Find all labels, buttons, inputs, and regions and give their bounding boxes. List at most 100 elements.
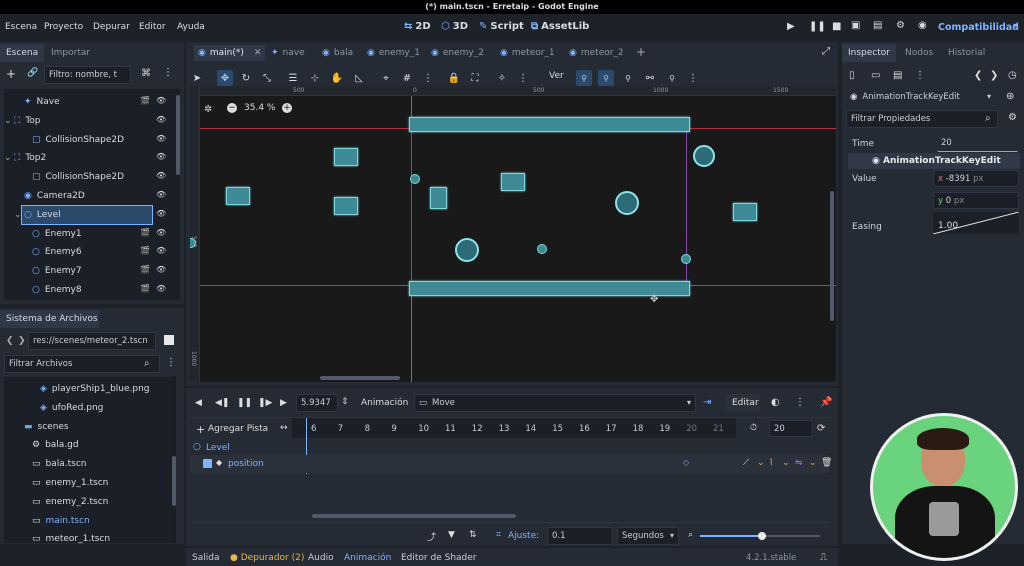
zoom-in-icon[interactable]: + bbox=[282, 103, 292, 113]
autoplay-icon[interactable]: ⇥ bbox=[703, 397, 711, 408]
enemy-sprite[interactable] bbox=[430, 187, 447, 209]
visibility-icon[interactable]: 👁 bbox=[156, 96, 166, 105]
loop-dropdown-icon[interactable]: ⌄ bbox=[809, 458, 817, 468]
interpolation-icon[interactable]: ⟋ bbox=[743, 458, 749, 468]
bottom-wall-sprite[interactable] bbox=[409, 281, 690, 296]
inspector-filter-input[interactable]: Filtrar Propiedades bbox=[846, 110, 998, 128]
add-track-button[interactable]: Agregar Pista bbox=[208, 424, 268, 434]
menu-dots-icon[interactable]: ⋮ bbox=[163, 67, 173, 78]
scene-node-row[interactable]: ○ Enemy6 bbox=[4, 243, 176, 261]
remote-debug-icon[interactable]: ▣ bbox=[851, 20, 860, 31]
move-mode-icon[interactable]: ✥ bbox=[217, 70, 233, 86]
ruler-mode-icon[interactable]: ◺ bbox=[351, 70, 367, 86]
scene-node-row[interactable]: ⌄ ○ Level bbox=[14, 204, 153, 225]
workspace-assetlib-button[interactable]: ⧉ AssetLib bbox=[531, 21, 589, 32]
visibility-icon[interactable]: 👁 bbox=[156, 152, 166, 161]
object-selector[interactable]: ◉ AnimationTrackKeyEdit bbox=[846, 88, 998, 106]
tab-historial[interactable]: Historial bbox=[948, 48, 985, 58]
object-history-icon[interactable]: ◷ bbox=[1008, 70, 1017, 81]
renderer-select[interactable]: Compatibilidad bbox=[938, 22, 1019, 33]
play-backwards-from-end-icon[interactable]: ◀ bbox=[195, 398, 202, 408]
save-resource-icon[interactable]: ▤ bbox=[893, 70, 902, 81]
sort-icon[interactable]: ⇅ bbox=[469, 530, 477, 540]
editor-tab[interactable]: ◉ meteor_1 bbox=[500, 45, 555, 61]
play-scene-icon[interactable]: ▤ bbox=[873, 20, 882, 31]
spin-icon[interactable]: ⇕ bbox=[341, 397, 349, 407]
stop-icon[interactable]: ■ bbox=[832, 21, 841, 32]
2d-viewport[interactable]: 500 0 500 1000 1500 500 1000 ✲ − 35.4 % … bbox=[190, 86, 836, 382]
open-scene-icon[interactable]: 🎬 bbox=[140, 96, 150, 105]
new-tab-icon[interactable]: + bbox=[636, 45, 646, 59]
loop-icon[interactable]: ⟳ bbox=[817, 423, 825, 434]
file-row[interactable]: ⚙ bala.gd bbox=[6, 436, 170, 454]
play-icon[interactable]: ▶ bbox=[787, 21, 795, 32]
file-row[interactable]: ◈ playerShip1_blue.png bbox=[6, 380, 170, 398]
filter-icon[interactable]: ▼ bbox=[448, 530, 455, 540]
file-row[interactable]: ◈ ufoRed.png bbox=[6, 399, 170, 417]
history-back-icon[interactable]: ❮ bbox=[974, 70, 982, 81]
split-view-icon[interactable] bbox=[164, 335, 174, 345]
meteor-sprite[interactable] bbox=[455, 238, 479, 262]
expand-chevron-icon[interactable]: ⌄ bbox=[4, 153, 12, 163]
workspace-3d-button[interactable]: ⬡ 3D bbox=[441, 21, 468, 32]
scene-node-row[interactable]: ○ Enemy1 bbox=[4, 225, 176, 243]
lock-icon[interactable]: 🔒 bbox=[446, 70, 462, 86]
add-node-icon[interactable]: + bbox=[6, 67, 16, 81]
visibility-icon[interactable]: 👁 bbox=[156, 134, 166, 143]
snap-options-icon[interactable]: ⋮ bbox=[420, 70, 436, 86]
chevron-down-icon[interactable]: ▾ bbox=[1013, 21, 1017, 30]
menu-proyecto[interactable]: Proyecto bbox=[44, 22, 83, 32]
tab-salida[interactable]: Salida bbox=[192, 553, 219, 563]
smart-snap-icon[interactable]: ⌖ bbox=[378, 70, 394, 86]
bullet-sprite[interactable] bbox=[681, 254, 691, 264]
back-icon[interactable]: ❮ bbox=[6, 336, 14, 346]
key-position-icon[interactable]: ⚲ bbox=[576, 70, 592, 86]
file-row[interactable]: ▭ enemy_1.tscn bbox=[6, 474, 170, 492]
viewport-vscroll[interactable] bbox=[830, 191, 834, 321]
value-y-input[interactable]: y 0 px bbox=[933, 192, 1019, 209]
expand-chevron-icon[interactable]: ⌄ bbox=[14, 210, 22, 220]
update-dropdown-icon[interactable]: ⌄ bbox=[782, 458, 790, 468]
scene-node-row[interactable]: ◉ Camera2D bbox=[4, 187, 176, 205]
movie-maker-icon[interactable]: ◉ bbox=[918, 20, 927, 31]
meteor-sprite[interactable] bbox=[615, 191, 639, 215]
insert-key-icon[interactable]: ⚲ bbox=[664, 70, 680, 86]
file-row[interactable]: ▭ meteor_1.tscn bbox=[6, 530, 170, 548]
scene-tree-scrollbar[interactable] bbox=[176, 89, 180, 300]
workspace-script-button[interactable]: ✎ Script bbox=[479, 21, 524, 32]
menu-ayuda[interactable]: Ayuda bbox=[177, 22, 205, 32]
track-row[interactable] bbox=[190, 455, 830, 473]
delete-track-icon[interactable]: 🗑 bbox=[821, 458, 832, 468]
close-icon[interactable]: ✕ bbox=[254, 48, 262, 58]
enemy-sprite[interactable] bbox=[501, 173, 525, 191]
editor-tab[interactable]: ◉ main(*) ✕ bbox=[194, 45, 266, 61]
menu-escena[interactable]: Escena bbox=[5, 22, 37, 32]
menu-depurar[interactable]: Depurar bbox=[93, 22, 130, 32]
animation-select[interactable]: ▭ Move bbox=[414, 394, 696, 412]
history-forward-icon[interactable]: ❯ bbox=[990, 70, 998, 81]
menu-editor[interactable]: Editor bbox=[139, 22, 166, 32]
scene-node-row[interactable]: ⌄ ⛶ Top bbox=[4, 112, 176, 130]
keyframe[interactable]: ◇ bbox=[683, 458, 689, 467]
bone-icon[interactable]: ✧ bbox=[494, 70, 510, 86]
file-options-icon[interactable]: ⋮ bbox=[166, 357, 176, 368]
time-input[interactable]: 20 bbox=[937, 134, 1018, 152]
pin-icon[interactable]: 📌 bbox=[820, 397, 832, 408]
enemy-sprite[interactable] bbox=[334, 197, 358, 215]
resource-options-icon[interactable]: ⋮ bbox=[915, 70, 925, 81]
expand-chevron-icon[interactable]: ⌄ bbox=[4, 116, 12, 126]
visibility-icon[interactable]: 👁 bbox=[156, 228, 166, 237]
enemy-sprite[interactable] bbox=[226, 187, 250, 205]
loop-wrap-icon[interactable]: ⇋ bbox=[795, 458, 803, 468]
play-animation-icon[interactable]: ❚▶ bbox=[258, 398, 272, 408]
snap-value-input[interactable]: 0.1 bbox=[547, 527, 613, 545]
editor-tab[interactable]: ◉ enemy_1 bbox=[367, 45, 420, 61]
animation-time-input[interactable]: 5.9347 bbox=[296, 394, 338, 412]
link-icon[interactable]: 🔗 bbox=[27, 68, 38, 78]
play-from-start-icon[interactable]: ▶ bbox=[280, 398, 287, 408]
enemy-sprite[interactable] bbox=[733, 203, 757, 221]
file-row[interactable]: ▬ scenes bbox=[6, 418, 170, 436]
visibility-icon[interactable]: 👁 bbox=[156, 209, 166, 218]
tab-inspector[interactable]: Inspector bbox=[848, 48, 890, 58]
file-row[interactable]: ▭ bala.tscn bbox=[6, 455, 170, 473]
